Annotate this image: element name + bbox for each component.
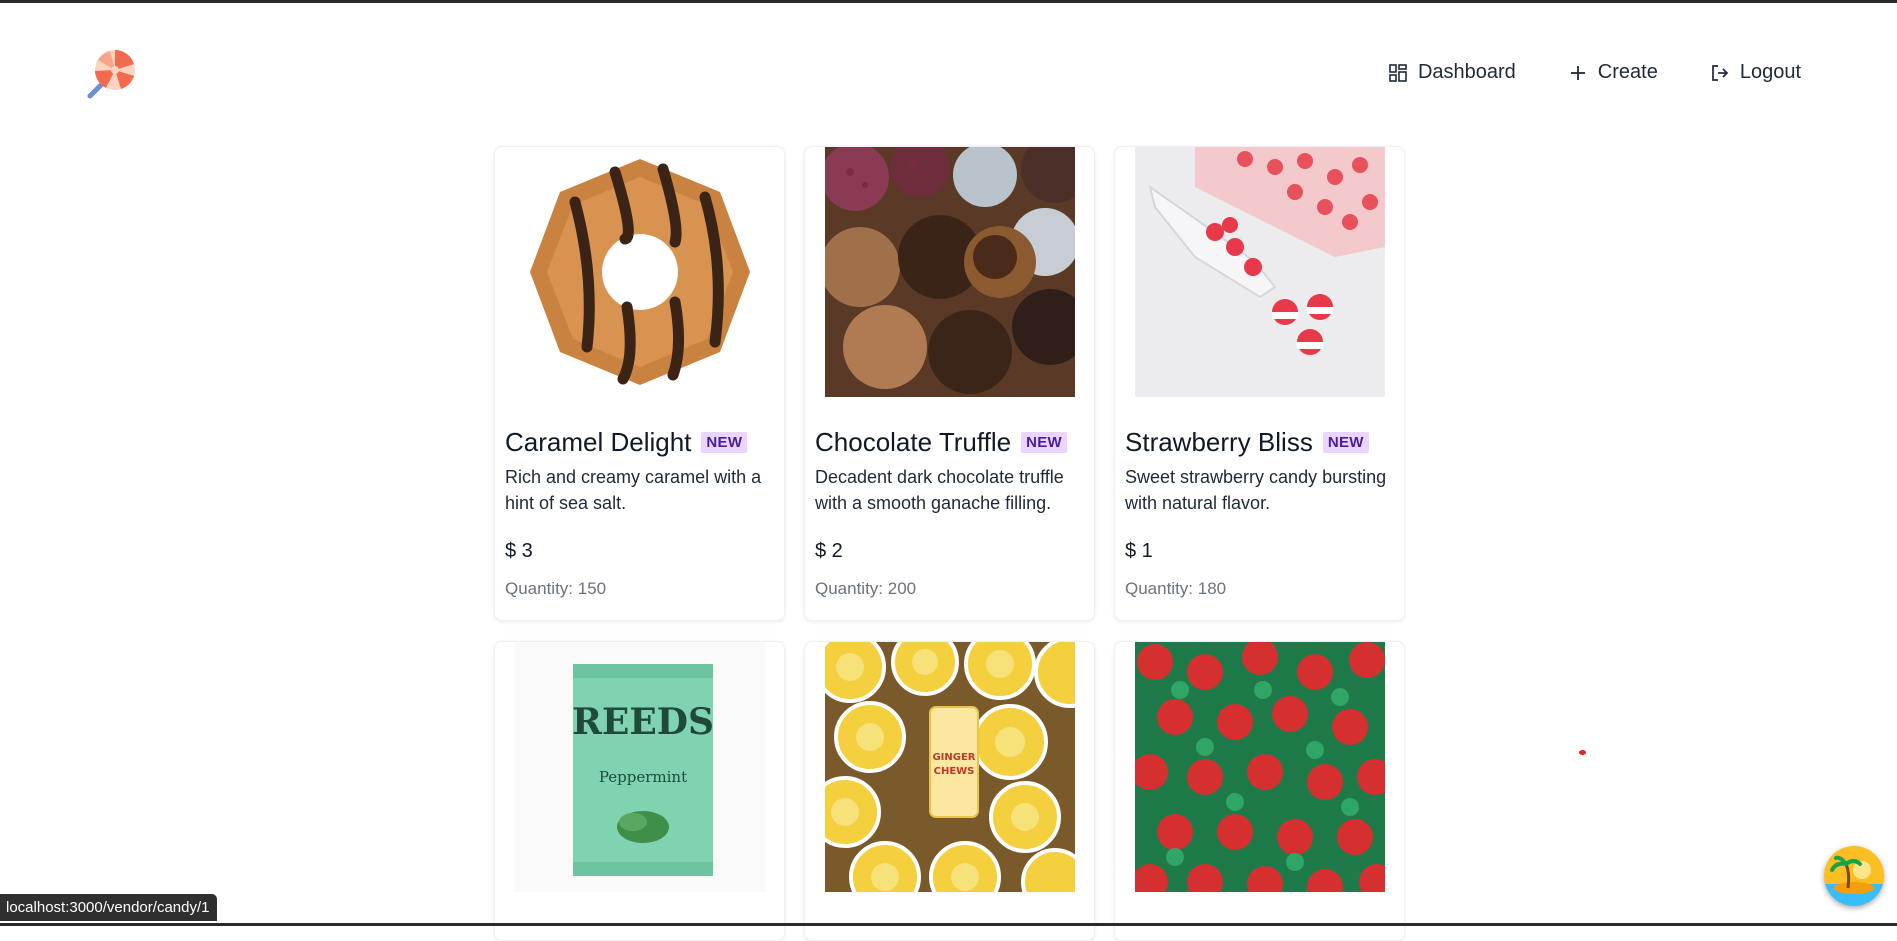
strawberry-gummies-image [1135, 147, 1385, 397]
nav-create-link[interactable]: Create [1568, 61, 1658, 84]
candy-description: Rich and creamy caramel with a hint of s… [505, 464, 775, 516]
new-badge: NEW [701, 432, 747, 453]
candy-card[interactable] [1114, 641, 1405, 941]
candy-description: Decadent dark chocolate truffle with a s… [815, 464, 1085, 516]
nav-logout-link[interactable]: Logout [1710, 61, 1801, 84]
browser-status-bar: localhost:3000/vendor/candy/1 [0, 894, 217, 921]
candy-card[interactable]: REEDS Peppermint [494, 641, 785, 941]
cursor-dot [1579, 750, 1586, 755]
beach-island-icon [1824, 846, 1884, 906]
new-badge: NEW [1021, 432, 1067, 453]
floating-beach-avatar-button[interactable] [1824, 846, 1884, 906]
candy-price: $ 3 [505, 540, 774, 563]
nav-dashboard-link[interactable]: Dashboard [1388, 61, 1516, 84]
nav-logout-label: Logout [1740, 61, 1801, 84]
candy-price: $ 2 [815, 540, 1084, 563]
candy-card[interactable]: Chocolate Truffle NEW Decadent dark choc… [804, 146, 1095, 621]
svg-text:REEDS: REEDS [571, 701, 713, 743]
candy-name: Chocolate Truffle [815, 427, 1011, 458]
chocolate-truffle-image [825, 147, 1075, 397]
candy-quantity: Quantity: 150 [505, 579, 774, 599]
plus-icon [1568, 63, 1588, 83]
wrapped-strawberry-candies-image [1135, 642, 1385, 892]
candy-description: Sweet strawberry candy bursting with nat… [1125, 464, 1395, 516]
nav-create-label: Create [1598, 61, 1658, 84]
candy-title-row: Chocolate Truffle NEW [815, 427, 1084, 458]
peppermint-bag-image: REEDS Peppermint [515, 642, 765, 892]
candy-card[interactable]: Strawberry Bliss NEW Sweet strawberry ca… [1114, 146, 1405, 621]
main-nav: Dashboard Create Logout [1388, 61, 1801, 84]
candy-quantity: Quantity: 180 [1125, 579, 1394, 599]
candy-name: Strawberry Bliss [1125, 427, 1313, 458]
dashboard-icon [1388, 63, 1408, 83]
svg-text:CHEWS: CHEWS [933, 766, 974, 777]
candy-price: $ 1 [1125, 540, 1394, 563]
header: Dashboard Create Logout [0, 3, 1897, 143]
candy-title-row: Strawberry Bliss NEW [1125, 427, 1394, 458]
candy-name: Caramel Delight [505, 427, 691, 458]
svg-text:GINGER: GINGER [932, 752, 975, 763]
ginger-chews-image: GINGER CHEWS [825, 642, 1075, 892]
svg-text:Peppermint: Peppermint [598, 768, 686, 786]
caramel-cookie-image [515, 147, 765, 397]
logout-icon [1710, 63, 1730, 83]
candy-card[interactable]: GINGER CHEWS [804, 641, 1095, 941]
nav-dashboard-label: Dashboard [1418, 61, 1516, 84]
lollipop-logo-icon[interactable] [86, 48, 138, 100]
candy-title-row: Caramel Delight NEW [505, 427, 774, 458]
new-badge: NEW [1323, 432, 1369, 453]
candy-card[interactable]: Caramel Delight NEW Rich and creamy cara… [494, 146, 785, 621]
candy-grid: Caramel Delight NEW Rich and creamy cara… [494, 146, 1405, 941]
candy-quantity: Quantity: 200 [815, 579, 1084, 599]
